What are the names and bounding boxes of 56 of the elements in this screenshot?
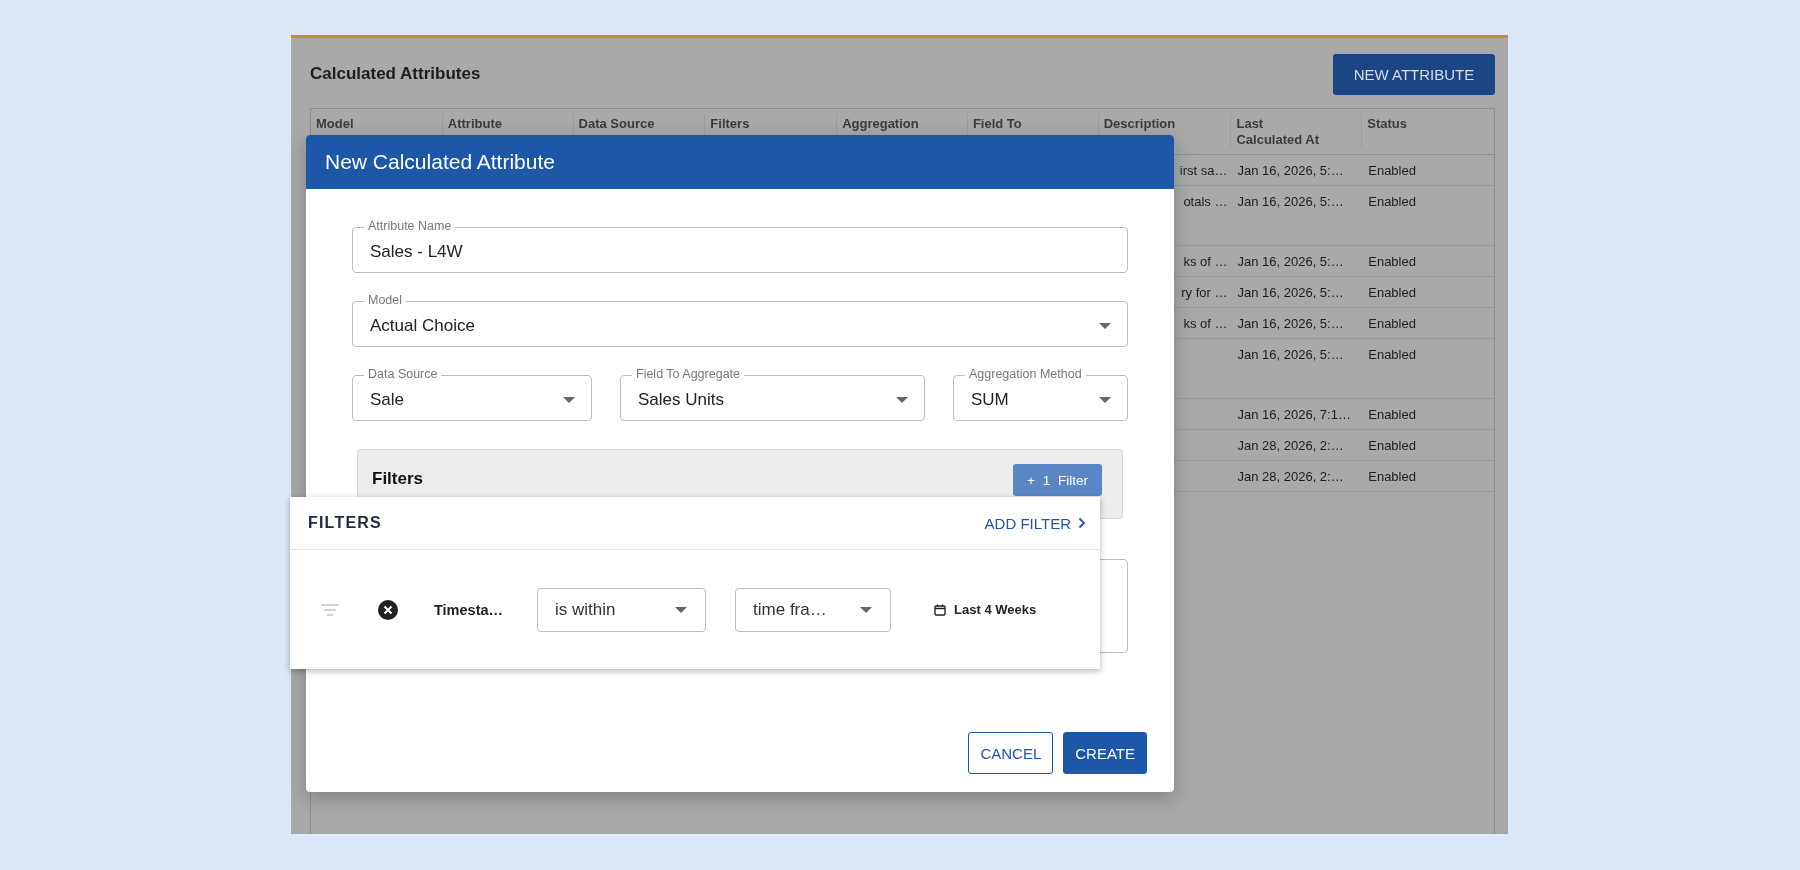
table-cell: Enabled: [1368, 438, 1416, 453]
add-filter-button[interactable]: + 1 Filter: [1013, 464, 1102, 496]
caret-icon: [675, 606, 688, 613]
operator-select[interactable]: is within: [537, 587, 707, 632]
field-label: Field To Aggregate: [632, 367, 744, 382]
chevron-icon: [1078, 517, 1086, 529]
new-attribute-button[interactable]: NEW ATTRIBUTE: [1333, 53, 1495, 95]
caret-icon: [860, 606, 873, 613]
value-type-select[interactable]: time fra…: [735, 587, 892, 632]
field-label: Aggregation Method: [965, 367, 1086, 382]
caret-icon: [563, 397, 575, 403]
table-cell: Enabled: [1368, 316, 1416, 331]
table-cell: ks of …: [1183, 254, 1228, 269]
caret-icon: [1099, 323, 1111, 329]
table-cell: Jan 16, 2026, 5:…: [1237, 316, 1344, 331]
column-header[interactable]: Last Calculated At: [1236, 116, 1329, 148]
caret-icon: [896, 397, 908, 403]
table-cell: ry for …: [1181, 285, 1228, 300]
table-cell: ks of …: [1183, 316, 1228, 331]
column-header[interactable]: Filters: [710, 116, 750, 132]
section-title: Filters: [372, 469, 424, 489]
dialog-title: New Calculated Attribute: [325, 150, 555, 174]
table-cell: Jan 16, 2026, 5:…: [1237, 163, 1344, 178]
table-cell: Jan 16, 2026, 5:…: [1237, 194, 1344, 209]
table-cell: Jan 28, 2026, 2:…: [1237, 469, 1344, 484]
remove-icon[interactable]: [378, 599, 398, 620]
cancel-button[interactable]: CANCEL: [968, 732, 1054, 774]
create-button[interactable]: CREATE: [1063, 732, 1147, 774]
add-filter-link[interactable]: ADD FILTER: [984, 514, 1086, 532]
table-cell: Jan 28, 2026, 2:…: [1237, 438, 1344, 453]
calendar-icon: [934, 603, 947, 616]
column-header[interactable]: Attribute: [447, 116, 502, 132]
table-cell: Jan 16, 2026, 5:…: [1237, 254, 1344, 269]
table-cell: Jan 16, 2026, 7:1…: [1237, 407, 1351, 422]
table-cell: Enabled: [1368, 285, 1416, 300]
table-cell: Enabled: [1368, 254, 1416, 269]
table-cell: Enabled: [1368, 469, 1416, 484]
table-cell: Jan 16, 2026, 5:…: [1237, 285, 1344, 300]
table-cell: Enabled: [1368, 194, 1416, 209]
column-header[interactable]: Aggregation: [842, 116, 919, 132]
filter-field: Timesta…: [434, 601, 504, 618]
table-cell: Enabled: [1368, 163, 1416, 178]
table-cell: otals …: [1183, 194, 1228, 209]
column-header[interactable]: Data Source: [578, 116, 655, 132]
page-title: Calculated Attributes: [310, 64, 481, 84]
table-cell: Jan 16, 2026, 5:…: [1237, 347, 1344, 362]
caret-icon: [1099, 397, 1111, 403]
popover-title: FILTERS: [308, 514, 382, 532]
table-cell: Enabled: [1368, 407, 1416, 422]
column-header[interactable]: Description: [1103, 116, 1176, 132]
column-header[interactable]: Field To: [972, 116, 1022, 132]
column-header[interactable]: Model: [316, 116, 354, 132]
table-cell: irst sa…: [1179, 163, 1228, 178]
table-cell: Enabled: [1368, 347, 1416, 362]
column-header[interactable]: Status: [1367, 116, 1407, 132]
date-range[interactable]: Last 4 Weeks: [954, 602, 1037, 617]
